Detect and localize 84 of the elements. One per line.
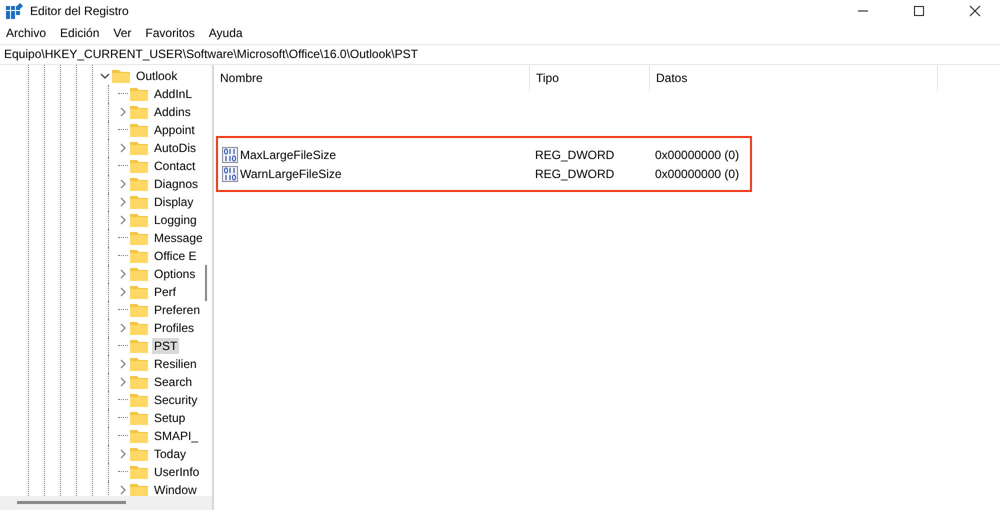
column-header[interactable]: Tipo [530, 65, 650, 91]
chevron-right-icon[interactable] [118, 269, 128, 279]
folder-icon [130, 393, 148, 407]
value-name[interactable]: MaxLargeFileSize [240, 148, 336, 162]
value-type: REG_DWORD [534, 166, 616, 180]
tree-item[interactable]: AutoDis [152, 140, 198, 156]
folder-icon [130, 213, 148, 227]
chevron-right-icon[interactable] [118, 449, 128, 459]
scrollbar-thumb[interactable] [205, 265, 207, 301]
column-header[interactable]: Nombre [214, 65, 530, 91]
registry-editor-icon [6, 3, 24, 19]
tree-item[interactable]: Resilien [152, 356, 199, 372]
menu-item[interactable]: Ver [113, 26, 132, 40]
chevron-right-icon[interactable] [118, 215, 128, 225]
folder-icon [130, 411, 148, 425]
tree-item[interactable]: Office E [152, 248, 198, 264]
folder-icon [130, 195, 148, 209]
tree-item[interactable]: Setup [152, 410, 188, 426]
folder-icon [130, 105, 148, 119]
menu-item[interactable]: Ayuda [208, 26, 243, 40]
maximize-icon[interactable] [913, 5, 925, 17]
folder-icon [130, 375, 148, 389]
scrollbar-thumb[interactable] [17, 501, 126, 504]
folder-icon [130, 177, 148, 191]
tree-item[interactable]: Addins [152, 104, 193, 120]
value-data: 0x00000000 (0) [654, 166, 740, 180]
folder-icon [130, 429, 148, 443]
binary-value-icon [222, 146, 238, 162]
value-type: REG_DWORD [534, 148, 616, 162]
menu-item[interactable]: Archivo [6, 26, 46, 40]
folder-icon [130, 123, 148, 137]
folder-icon [130, 285, 148, 299]
folder-icon [130, 465, 148, 479]
chevron-right-icon[interactable] [118, 485, 128, 495]
tree-item[interactable]: Profiles [152, 320, 196, 336]
folder-icon [130, 231, 148, 245]
tree-item[interactable]: Outlook [134, 68, 180, 84]
address-field[interactable]: Equipo\HKEY_CURRENT_USER\Software\Microsoft\Office\16.0\Outlook\PST [0, 44, 1000, 65]
tree-item[interactable]: Preferen [152, 302, 202, 318]
tree-item[interactable]: PST [152, 338, 180, 354]
folder-icon [130, 447, 148, 461]
tree-item[interactable]: UserInfo [152, 464, 202, 480]
binary-value-icon [222, 166, 238, 182]
tree-item[interactable]: Search [152, 374, 194, 390]
folder-icon [130, 357, 148, 371]
tree-item[interactable]: Window [152, 482, 199, 496]
chevron-right-icon[interactable] [118, 143, 128, 153]
tree-item[interactable]: Today [152, 446, 188, 462]
tree-item[interactable]: Security [152, 392, 200, 408]
value-name[interactable]: WarnLargeFileSize [240, 166, 342, 180]
folder-icon [130, 159, 148, 173]
chevron-right-icon[interactable] [118, 197, 128, 207]
chevron-right-icon[interactable] [118, 323, 128, 333]
tree-item[interactable]: Appoint [152, 122, 197, 138]
folder-icon [130, 483, 148, 496]
value-data: 0x00000000 (0) [654, 148, 740, 162]
tree-item[interactable]: Diagnos [152, 176, 200, 192]
folder-icon [130, 321, 148, 335]
close-icon[interactable] [969, 5, 981, 17]
folder-icon [130, 267, 148, 281]
chevron-right-icon[interactable] [118, 107, 128, 117]
chevron-right-icon[interactable] [118, 179, 128, 189]
tree-item[interactable]: Perf [152, 284, 178, 300]
column-header[interactable]: Datos [650, 65, 938, 91]
folder-icon [130, 87, 148, 101]
folder-icon [130, 339, 148, 353]
tree-item[interactable]: Display [152, 194, 196, 210]
folder-icon [130, 249, 148, 263]
folder-icon [130, 303, 148, 317]
tree-item[interactable]: Contact [152, 158, 198, 174]
tree-item[interactable]: Logging [152, 212, 199, 228]
tree-item[interactable]: AddInL [152, 86, 194, 102]
folder-icon [112, 69, 130, 83]
tree-item[interactable]: Message [152, 230, 205, 246]
menu-item[interactable]: Favoritos [145, 26, 195, 40]
chevron-down-icon[interactable] [100, 71, 110, 81]
chevron-right-icon[interactable] [118, 359, 128, 369]
folder-icon [130, 141, 148, 155]
tree-item[interactable]: SMAPI_ [152, 428, 200, 444]
menu-item[interactable]: Edición [60, 26, 100, 40]
chevron-right-icon[interactable] [118, 377, 128, 387]
tree-item[interactable]: Options [152, 266, 198, 282]
window-title: Editor del Registro [30, 4, 129, 18]
chevron-right-icon[interactable] [118, 287, 128, 297]
